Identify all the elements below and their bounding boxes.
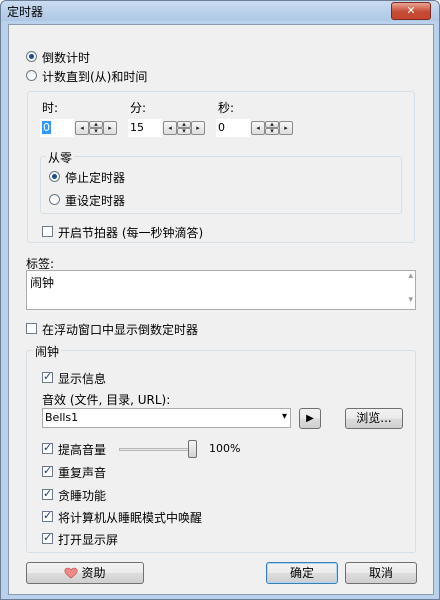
volume-slider-track[interactable] <box>119 448 197 451</box>
tag-textarea[interactable]: 闹钟 ▴ ▾ <box>26 270 416 310</box>
alarm-group: 闹钟 显示信息 音效 (文件, 目录, URL): Bells1 ▾ ▶ 浏览.… <box>26 343 416 553</box>
close-icon: ✕ <box>406 4 416 17</box>
chevron-right-icon: ▸ <box>108 124 112 132</box>
chevron-left-icon: ◂ <box>168 124 172 132</box>
scroll-down-icon[interactable]: ▾ <box>408 295 413 305</box>
donate-button[interactable]: 资助 <box>26 562 144 584</box>
repeat-sound-checkbox[interactable] <box>42 464 53 477</box>
wake-computer-label[interactable]: 将计算机从睡眠模式中唤醒 <box>58 509 202 526</box>
chevron-right-icon: ▸ <box>284 124 288 132</box>
hour-dec-button[interactable]: ◂ <box>75 121 89 135</box>
show-info-checkbox[interactable] <box>42 370 53 383</box>
close-button[interactable]: ✕ <box>391 2 431 20</box>
heart-icon <box>64 567 79 579</box>
timer-window: 定时器 ✕ 倒数计时 计数直到(从)和时间 时: 分: 秒: 0 ◂ ▴ ▾ ▸… <box>0 0 440 600</box>
dialog-body: 倒数计时 计数直到(从)和时间 时: 分: 秒: 0 ◂ ▴ ▾ ▸ 15 ◂ … <box>8 24 434 595</box>
minute-input[interactable]: 15 <box>128 119 162 137</box>
cancel-button[interactable]: 取消 <box>345 562 417 584</box>
sound-label: 音效 (文件, 目录, URL): <box>42 393 171 407</box>
hour-down-button[interactable]: ▾ <box>89 128 103 135</box>
from-zero-group: 从零 停止定时器 重设定时器 <box>40 149 402 214</box>
minute-label: 分: <box>130 101 147 115</box>
play-icon: ▶ <box>306 413 314 424</box>
chevron-left-icon: ◂ <box>256 124 260 132</box>
ok-button[interactable]: 确定 <box>266 562 338 584</box>
reset-timer-label[interactable]: 重设定时器 <box>65 192 125 209</box>
chevron-down-icon[interactable]: ▾ <box>282 411 287 422</box>
second-inc-button[interactable]: ▸ <box>279 121 293 135</box>
metronome-checkbox[interactable] <box>42 226 53 237</box>
title-bar[interactable]: 定时器 ✕ <box>1 1 439 21</box>
turn-on-display-checkbox[interactable] <box>42 531 53 544</box>
sound-value: Bells1 <box>45 411 79 424</box>
minute-dec-button[interactable]: ◂ <box>163 121 177 135</box>
scroll-up-icon[interactable]: ▴ <box>408 271 413 281</box>
browse-button[interactable]: 浏览... <box>345 408 403 429</box>
hour-inc-button[interactable]: ▸ <box>103 121 117 135</box>
floating-window-label[interactable]: 在浮动窗口中显示倒数定时器 <box>42 321 198 338</box>
stop-timer-label[interactable]: 停止定时器 <box>65 169 125 186</box>
snooze-checkbox[interactable] <box>42 487 53 500</box>
turn-on-display-label[interactable]: 打开显示屏 <box>58 531 118 548</box>
window-title: 定时器 <box>7 5 44 19</box>
from-zero-title: 从零 <box>46 149 75 166</box>
wake-computer-checkbox[interactable] <box>42 509 53 522</box>
snooze-label[interactable]: 贪睡功能 <box>58 487 106 504</box>
volume-slider-thumb[interactable] <box>188 440 197 458</box>
hour-input[interactable]: 0 <box>40 119 74 137</box>
raise-volume-label[interactable]: 提高音量 <box>58 441 106 458</box>
donate-label: 资助 <box>81 566 106 580</box>
countup-label[interactable]: 计数直到(从)和时间 <box>42 68 147 85</box>
chevron-left-icon: ◂ <box>80 124 84 132</box>
countup-radio[interactable] <box>26 70 37 81</box>
second-dec-button[interactable]: ◂ <box>251 121 265 135</box>
chevron-down-icon: ▾ <box>94 127 98 135</box>
play-sound-button[interactable]: ▶ <box>299 408 321 429</box>
minute-inc-button[interactable]: ▸ <box>191 121 205 135</box>
minute-down-button[interactable]: ▾ <box>177 128 191 135</box>
reset-timer-radio[interactable] <box>49 194 60 205</box>
chevron-down-icon: ▾ <box>182 127 186 135</box>
raise-volume-checkbox[interactable] <box>42 441 53 454</box>
hour-label: 时: <box>42 101 59 115</box>
volume-value: 100% <box>209 442 241 455</box>
chevron-right-icon: ▸ <box>196 124 200 132</box>
floating-window-checkbox[interactable] <box>26 323 37 334</box>
second-input[interactable]: 0 <box>216 119 250 137</box>
countdown-label[interactable]: 倒数计时 <box>42 49 90 66</box>
second-down-button[interactable]: ▾ <box>265 128 279 135</box>
alarm-title: 闹钟 <box>33 343 62 360</box>
metronome-label[interactable]: 开启节拍器 (每一秒钟滴答) <box>58 224 203 241</box>
chevron-down-icon: ▾ <box>270 127 274 135</box>
sound-combobox[interactable]: Bells1 ▾ <box>42 408 291 428</box>
stop-timer-radio[interactable] <box>49 171 60 182</box>
repeat-sound-label[interactable]: 重复声音 <box>58 464 106 481</box>
show-info-label[interactable]: 显示信息 <box>58 370 106 387</box>
time-group: 时: 分: 秒: 0 ◂ ▴ ▾ ▸ 15 ◂ ▴ ▾ ▸ 0 ◂ ▴ ▾ ▸ <box>27 91 415 243</box>
countdown-radio[interactable] <box>26 51 37 62</box>
tag-value: 闹钟 <box>30 276 55 290</box>
hour-value: 0 <box>42 121 51 134</box>
second-label: 秒: <box>218 101 235 115</box>
